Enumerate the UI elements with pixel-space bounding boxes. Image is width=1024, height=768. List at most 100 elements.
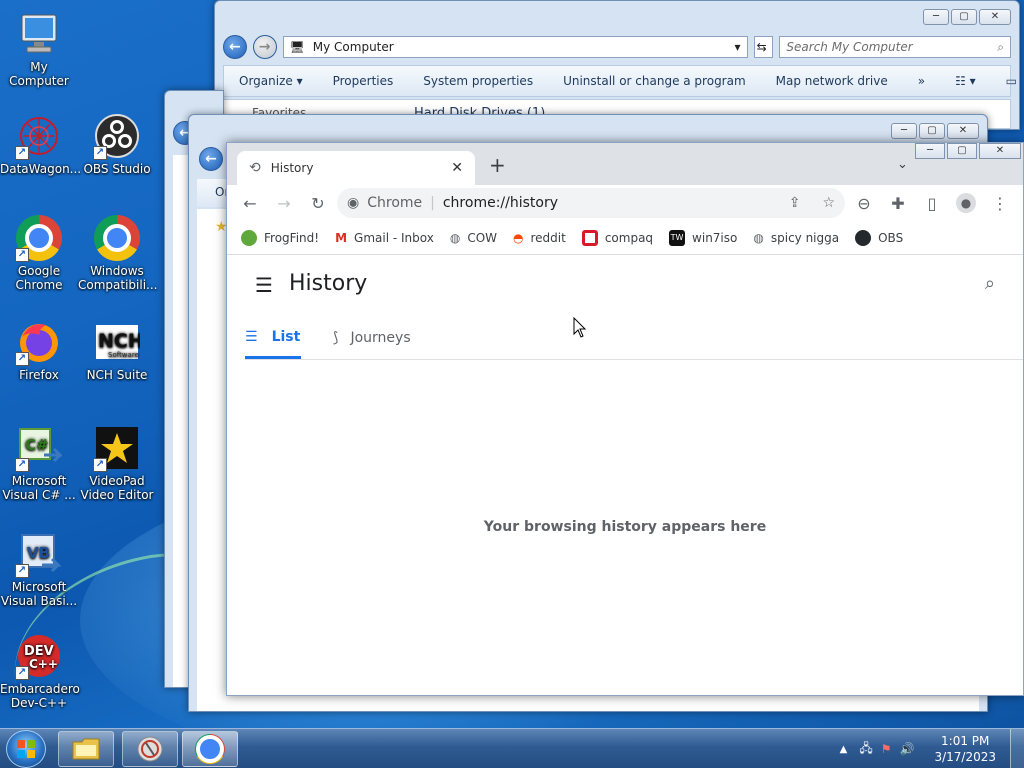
new-tab-button[interactable]: + [489, 153, 506, 177]
view-options-icon[interactable]: ☷ ▾ [940, 74, 991, 88]
chrome-icon [195, 734, 225, 764]
profile-avatar-icon[interactable]: ● [951, 188, 981, 218]
show-desktop-button[interactable] [1010, 729, 1024, 768]
system-properties-button[interactable]: System properties [408, 74, 548, 88]
bookmark-obs[interactable]: OBS [855, 229, 904, 246]
back-button[interactable]: ← [235, 188, 265, 218]
clock[interactable]: 1:01 PM 3/17/2023 [920, 733, 1010, 765]
desktop-icon-label: Embarcadero Dev-C++ [0, 682, 80, 710]
forward-button[interactable]: → [269, 188, 299, 218]
back-button[interactable]: ← [199, 147, 223, 171]
tab-journeys-label: Journeys [350, 330, 411, 346]
tab-search-icon[interactable]: ⌄ [897, 157, 908, 172]
uninstall-program-button[interactable]: Uninstall or change a program [548, 74, 761, 88]
bookmark-spicy[interactable]: ◍ spicy nigga [753, 231, 839, 245]
tab-list[interactable]: ☰ List [245, 317, 301, 359]
shortcut-arrow-icon: ↗ [93, 458, 107, 472]
maximize-button[interactable]: ▢ [947, 143, 977, 159]
address-bar[interactable]: 🖥 My Computer ▾ [282, 36, 748, 58]
desktop-icon-label: Microsoft Visual C# ... [2, 474, 76, 502]
explorer-window[interactable]: ─ ▢ ✕ ← → 🖥 My Computer ▾ ⇆ Search My Co… [214, 0, 1020, 130]
visual-csharp-icon: C# ↗ [15, 424, 63, 472]
taskbar-app-2[interactable] [122, 731, 178, 767]
search-icon[interactable]: ⌕ [985, 273, 995, 294]
search-input[interactable]: Search My Computer ⌕ [779, 36, 1012, 58]
nch-icon: NCH Software [93, 318, 141, 366]
refresh-button[interactable]: ⇆ [753, 36, 774, 58]
side-panel-icon[interactable]: ▯ [917, 188, 947, 218]
omnibox[interactable]: ◉ Chrome | chrome://history ⇪ ☆ [337, 188, 845, 218]
preview-pane-icon[interactable]: ▭ [991, 74, 1024, 88]
sync-extension-icon[interactable]: ⊖ [849, 188, 879, 218]
bookmarks-bar: FrogFind! M Gmail - Inbox ◍ COW ◓ reddit co… [227, 221, 1023, 255]
windows-logo-icon [17, 740, 35, 758]
bookmark-star-icon[interactable]: ☆ [822, 195, 835, 211]
bookmark-compaq[interactable]: compaq [581, 229, 653, 246]
minimize-button[interactable]: ─ [891, 123, 917, 139]
desktop-icon-label: Windows Compatibili... [78, 264, 158, 292]
desktop-icon-datawagon[interactable]: ↗ DataWagon... [0, 112, 81, 176]
extensions-icon[interactable]: ✚ [883, 188, 913, 218]
maximize-button[interactable]: ▢ [951, 9, 977, 25]
menu-kebab-icon[interactable]: ⋮ [985, 188, 1015, 218]
omnibox-divider: | [430, 195, 435, 211]
tabs-divider [245, 359, 1023, 360]
history-icon: ⟲ [249, 160, 261, 176]
map-network-drive-button[interactable]: Map network drive [761, 74, 903, 88]
network-icon[interactable]: 🖧 [859, 739, 872, 760]
hamburger-menu-icon[interactable]: ☰ [255, 273, 273, 297]
chrome-icon [93, 214, 141, 262]
taskbar-chrome[interactable] [182, 731, 238, 767]
bookmark-frogfind[interactable]: FrogFind! [241, 229, 319, 246]
app-icon [137, 736, 163, 762]
maximize-button[interactable]: ▢ [919, 123, 945, 139]
dropdown-icon[interactable]: ▾ [735, 40, 741, 54]
tab-history[interactable]: ⟲ History ✕ [237, 151, 475, 185]
desktop-icon-visual-csharp[interactable]: C# ↗ Microsoft Visual C# ... [0, 424, 78, 502]
volume-icon[interactable]: 🔊 [900, 742, 915, 756]
organize-button[interactable]: Organize ▾ [224, 74, 318, 88]
close-button[interactable]: ✕ [947, 123, 979, 139]
bookmark-reddit[interactable]: ◓ reddit [513, 231, 566, 245]
bookmark-win7iso[interactable]: TW win7iso [669, 229, 737, 246]
action-center-icon[interactable]: ⚑ [881, 742, 892, 756]
desktop-icon-firefox[interactable]: ↗ Firefox [0, 318, 78, 382]
bookmark-cow[interactable]: ◍ COW [450, 231, 497, 245]
back-button[interactable]: ← [223, 35, 247, 59]
desktop-icon-google-chrome[interactable]: ↗ Google Chrome [0, 214, 78, 292]
taskbar-explorer[interactable] [58, 731, 114, 767]
minimize-button[interactable]: ─ [915, 143, 945, 159]
minimize-button[interactable]: ─ [923, 9, 949, 25]
desktop-icon-my-computer[interactable]: My Computer [0, 10, 78, 88]
globe-icon: ◍ [753, 230, 764, 245]
desktop-icon-nch-suite[interactable]: NCH Software NCH Suite [78, 318, 156, 382]
computer-icon [15, 10, 63, 58]
reload-button[interactable]: ↻ [303, 188, 333, 218]
desktop-icon-visual-basic[interactable]: VB ↗ Microsoft Visual Basi... [0, 530, 78, 608]
forward-button[interactable]: → [252, 35, 277, 59]
desktop-icon-obs-studio[interactable]: ↗ OBS Studio [78, 112, 156, 176]
win7iso-icon: TW [669, 229, 686, 246]
journeys-icon: ⟆ [333, 330, 339, 346]
more-commands-button[interactable]: » [903, 74, 940, 88]
shortcut-arrow-icon: ↗ [15, 146, 29, 160]
tab-journeys[interactable]: ⟆ Journeys [333, 317, 411, 359]
tray-expand-icon[interactable]: ▲ [840, 744, 848, 755]
bookmark-label: OBS [878, 230, 904, 245]
close-button[interactable]: ✕ [979, 143, 1021, 159]
chrome-window[interactable]: ⟲ History ✕ + ⌄ ─ ▢ ✕ ← → ↻ ◉ Chrome | c… [226, 142, 1024, 696]
close-button[interactable]: ✕ [979, 9, 1011, 25]
clock-date: 3/17/2023 [934, 750, 996, 764]
desktop-icon-videopad[interactable]: ↗ VideoPad Video Editor [78, 424, 156, 502]
desktop-icon-dev-cpp[interactable]: DEV C++ ↗ Embarcadero Dev-C++ [0, 632, 80, 710]
bookmark-label: spicy nigga [770, 230, 840, 245]
shortcut-arrow-icon: ↗ [15, 564, 29, 578]
firefox-icon: ↗ [15, 318, 63, 366]
start-button[interactable] [6, 730, 46, 768]
desktop-icon-windows-compatibility[interactable]: Windows Compatibili... [78, 214, 158, 292]
properties-button[interactable]: Properties [318, 74, 409, 88]
list-icon: ☰ [245, 328, 258, 345]
share-icon[interactable]: ⇪ [789, 195, 801, 211]
bookmark-gmail[interactable]: M Gmail - Inbox [335, 231, 434, 245]
tab-close-icon[interactable]: ✕ [451, 160, 463, 176]
